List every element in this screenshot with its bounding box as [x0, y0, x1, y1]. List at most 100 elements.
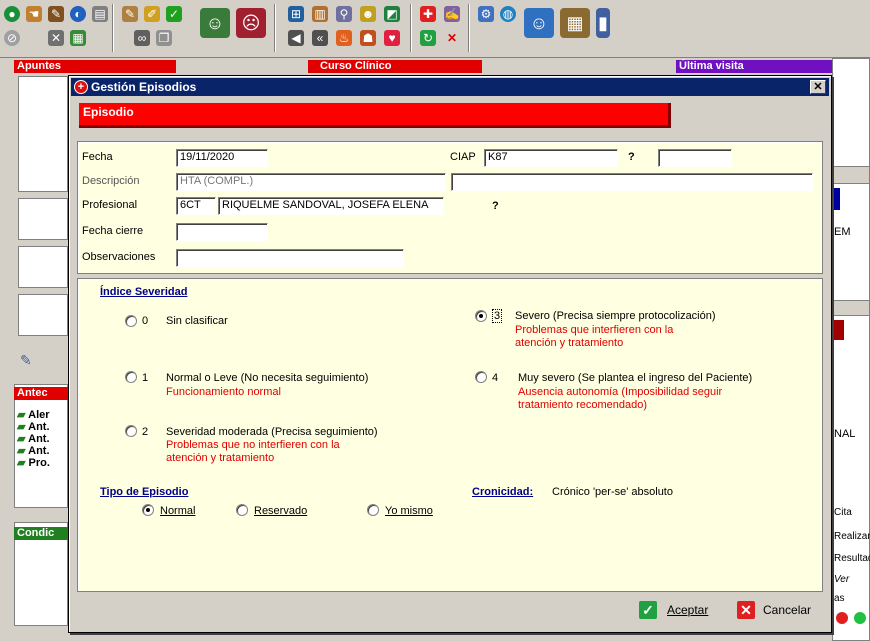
tipo-normal-radio[interactable] — [142, 504, 154, 516]
severity-radio-1[interactable] — [125, 371, 137, 383]
severity-desc-3: Problemas que interfieren con la — [515, 324, 674, 336]
network-icon[interactable]: ⊞ — [288, 6, 304, 22]
antec-list: ▰ Aler ▰ Ant. ▰ Ant. ▰ Ant. ▰ Pro. — [17, 409, 50, 469]
ciap-lookup-button[interactable]: ? — [628, 151, 635, 163]
antec-header: Antec — [14, 387, 68, 400]
severity-radio-2[interactable] — [125, 425, 137, 437]
ciap-field[interactable]: K87 — [484, 149, 618, 167]
world-icon[interactable]: ● — [4, 6, 20, 22]
apuntes-panel[interactable] — [18, 76, 68, 192]
page-icon[interactable]: ❐ — [156, 30, 172, 46]
right-nal-label: NAL — [834, 428, 856, 440]
apuntes-header: Apuntes — [14, 60, 176, 73]
family-icon[interactable]: ☻ — [360, 6, 376, 22]
profesional-code-field[interactable]: 6CT — [176, 197, 216, 215]
hand-icon[interactable]: ☚ — [26, 6, 42, 22]
antec-item[interactable]: ▰ Pro. — [17, 457, 50, 469]
apuntes-panel-2[interactable] — [18, 198, 68, 240]
tipo-normal-label[interactable]: Normal — [160, 504, 195, 518]
users-icon[interactable]: ☺ — [200, 8, 230, 38]
fire-icon[interactable]: ♨ — [336, 30, 352, 46]
dialog-titlebar[interactable]: + Gestión Episodios ✕ — [71, 78, 829, 96]
severity-label-1: Normal o Leve (No necesita seguimiento) — [166, 372, 369, 384]
severity-desc-4: Ausencia autonomía (Imposibilidad seguir — [518, 386, 723, 398]
right-resultado-label: Resultad — [834, 553, 870, 564]
antec-item[interactable]: ▰ Aler — [17, 409, 50, 421]
users-large-icon[interactable]: ☺ — [524, 8, 554, 38]
folder-icon: ▰ — [17, 445, 26, 457]
user-remove-icon[interactable]: ☹ — [236, 8, 266, 38]
severity-panel: Índice Severidad 0 Sin clasificar 1 Norm… — [77, 278, 823, 592]
folder-icon: ▰ — [17, 457, 26, 469]
right-gray-strip — [832, 166, 870, 184]
cancelar-button[interactable]: ✕ Cancelar — [735, 599, 821, 621]
search-icon[interactable]: ⚲ — [336, 6, 352, 22]
paint-icon[interactable]: ✐ — [144, 6, 160, 22]
antec-item[interactable]: ▰ Ant. — [17, 421, 50, 433]
close-x-icon[interactable]: ✕ — [444, 30, 460, 46]
fecha-field[interactable]: 19/11/2020 — [176, 149, 268, 167]
severity-num-4: 4 — [492, 372, 499, 384]
tipo-reservado-label[interactable]: Reservado — [254, 504, 307, 518]
ultima-visita-header: Última visita — [676, 60, 836, 73]
hospital-icon[interactable]: ✚ — [420, 6, 436, 22]
right-ver-label: Ver — [834, 574, 850, 585]
profesional-lookup-button[interactable]: ? — [492, 200, 499, 212]
antec-item[interactable]: ▰ Ant. — [17, 433, 50, 445]
people-icon[interactable]: ☗ — [360, 30, 376, 46]
toolbar-separator — [274, 4, 276, 52]
severity-radio-4[interactable] — [475, 371, 487, 383]
severity-radio-0[interactable] — [125, 315, 137, 327]
episodio-section-bar: Episodio — [79, 103, 671, 128]
back-icon[interactable]: ◀ — [288, 30, 304, 46]
globe-icon[interactable]: ◐ — [70, 6, 86, 22]
refresh-icon[interactable]: ↻ — [420, 30, 436, 46]
severity-desc-2: Problemas que no interfieren con la — [166, 439, 340, 451]
tipo-yo-mismo-label[interactable]: Yo mismo — [385, 504, 433, 518]
right-em-label: EM — [834, 226, 851, 238]
document-icon[interactable]: ▤ — [92, 6, 108, 22]
rewind-icon[interactable]: « — [312, 30, 328, 46]
exit-icon[interactable]: ▮ — [596, 8, 610, 38]
observaciones-field[interactable] — [176, 249, 404, 267]
aceptar-button[interactable]: ✓ Aceptar — [637, 599, 717, 621]
antec-item[interactable]: ▰ Ant. — [17, 445, 50, 457]
right-as-label: as — [834, 593, 845, 604]
severity-num-2: 2 — [142, 426, 149, 438]
severity-num-0: 0 — [142, 315, 149, 327]
edit-icon[interactable]: ✎ — [20, 352, 36, 368]
pencil-icon[interactable]: ✎ — [122, 6, 138, 22]
tools-icon[interactable]: ⊘ — [4, 30, 20, 46]
settings-icon[interactable]: ⚙ — [478, 6, 494, 22]
right-red-block — [832, 320, 844, 340]
building-icon[interactable]: ✕ — [48, 30, 64, 46]
tipo-reservado-radio[interactable] — [236, 504, 248, 516]
write-icon[interactable]: ✍ — [444, 6, 460, 22]
severity-num-3: 3 — [492, 309, 503, 323]
severity-label-2: Severidad moderada (Precisa seguimiento) — [166, 426, 378, 438]
globe2-icon[interactable]: ◍ — [500, 6, 516, 22]
folder-icon: ▰ — [17, 409, 26, 421]
profesional-name-field[interactable]: RIQUELME SANDOVAL, JOSEFA ELENA — [218, 197, 444, 215]
descripcion-field[interactable]: HTA (COMPL.) — [176, 173, 446, 191]
archive-icon[interactable]: ▦ — [560, 8, 590, 38]
severity-radio-3[interactable] — [475, 310, 487, 322]
pen-icon[interactable]: ✎ — [48, 6, 64, 22]
checklist-icon[interactable]: ▦ — [70, 30, 86, 46]
apuntes-panel-3[interactable] — [18, 246, 68, 288]
toolbar-separator — [112, 4, 114, 52]
check-icon[interactable]: ✓ — [166, 6, 182, 22]
right-blue-block — [832, 188, 840, 210]
descripcion-extra-field[interactable] — [451, 173, 813, 191]
apuntes-panel-4[interactable] — [18, 294, 68, 336]
tipo-yo-mismo-radio[interactable] — [367, 504, 379, 516]
close-button[interactable]: ✕ — [810, 80, 826, 94]
ciap-extra-field[interactable] — [658, 149, 732, 167]
heart-icon[interactable]: ♥ — [384, 30, 400, 46]
condic-header: Condic — [14, 527, 68, 540]
chart-icon[interactable]: ◩ — [384, 6, 400, 22]
cancelar-label: Cancelar — [763, 603, 812, 617]
fecha-cierre-field[interactable] — [176, 223, 268, 241]
book-icon[interactable]: ▥ — [312, 6, 328, 22]
link-icon[interactable]: ∞ — [134, 30, 150, 46]
